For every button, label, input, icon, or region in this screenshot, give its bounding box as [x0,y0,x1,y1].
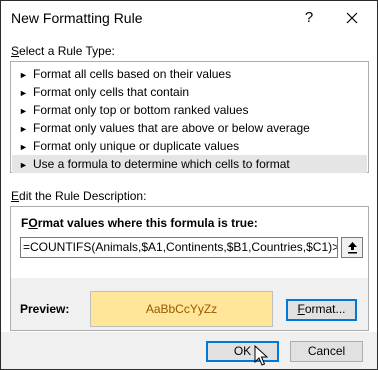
formula-label: FOrmat values where this formula is true… [21,216,258,230]
formula-input[interactable]: =COUNTIFS(Animals,$A1,Continents,$B1,Cou… [20,237,338,258]
preview-label: Preview: [20,302,70,316]
preview-swatch: AaBbCcYyZz [90,291,273,327]
collapse-dialog-icon [348,242,357,254]
edit-description-label: Edit the Rule Description: [11,189,147,203]
collapse-dialog-button[interactable] [341,237,363,258]
rule-type-item[interactable]: ► Format only top or bottom ranked values [12,101,367,119]
arrow-right-icon: ► [19,142,28,152]
rule-type-item[interactable]: ► Format only values that are above or be… [12,119,367,137]
arrow-right-icon: ► [19,88,28,98]
close-button[interactable] [335,4,369,32]
dialog-title: New Formatting Rule [11,10,143,26]
format-button[interactable]: Format... [286,299,357,321]
rule-type-label: Select a Rule Type: [11,44,115,58]
rule-type-item[interactable]: ► Format all cells based on their values [12,65,367,83]
rule-type-item-selected[interactable]: ► Use a formula to determine which cells … [12,155,367,173]
arrow-right-icon: ► [19,70,28,80]
title-bar: New Formatting Rule ? [1,1,377,35]
arrow-right-icon: ► [19,124,28,134]
help-button[interactable]: ? [295,4,323,32]
rule-type-list: ► Format all cells based on their values … [10,61,369,173]
rule-description-panel: FOrmat values where this formula is true… [10,206,369,331]
rule-type-item[interactable]: ► Format only cells that contain [12,83,367,101]
preview-section: Preview: AaBbCcYyZz Format... [11,278,368,330]
ok-button[interactable]: OK [206,341,279,362]
close-icon [346,12,358,24]
mouse-cursor-icon [254,345,268,366]
rule-type-item[interactable]: ► Format only unique or duplicate values [12,137,367,155]
arrow-right-icon: ► [19,106,28,116]
new-formatting-rule-dialog: New Formatting Rule ? Select a Rule Type… [0,0,378,370]
dialog-footer: OK Cancel [1,332,377,369]
cancel-button[interactable]: Cancel [290,341,363,362]
arrow-right-icon: ► [19,160,28,170]
formula-section: FOrmat values where this formula is true… [11,207,368,277]
